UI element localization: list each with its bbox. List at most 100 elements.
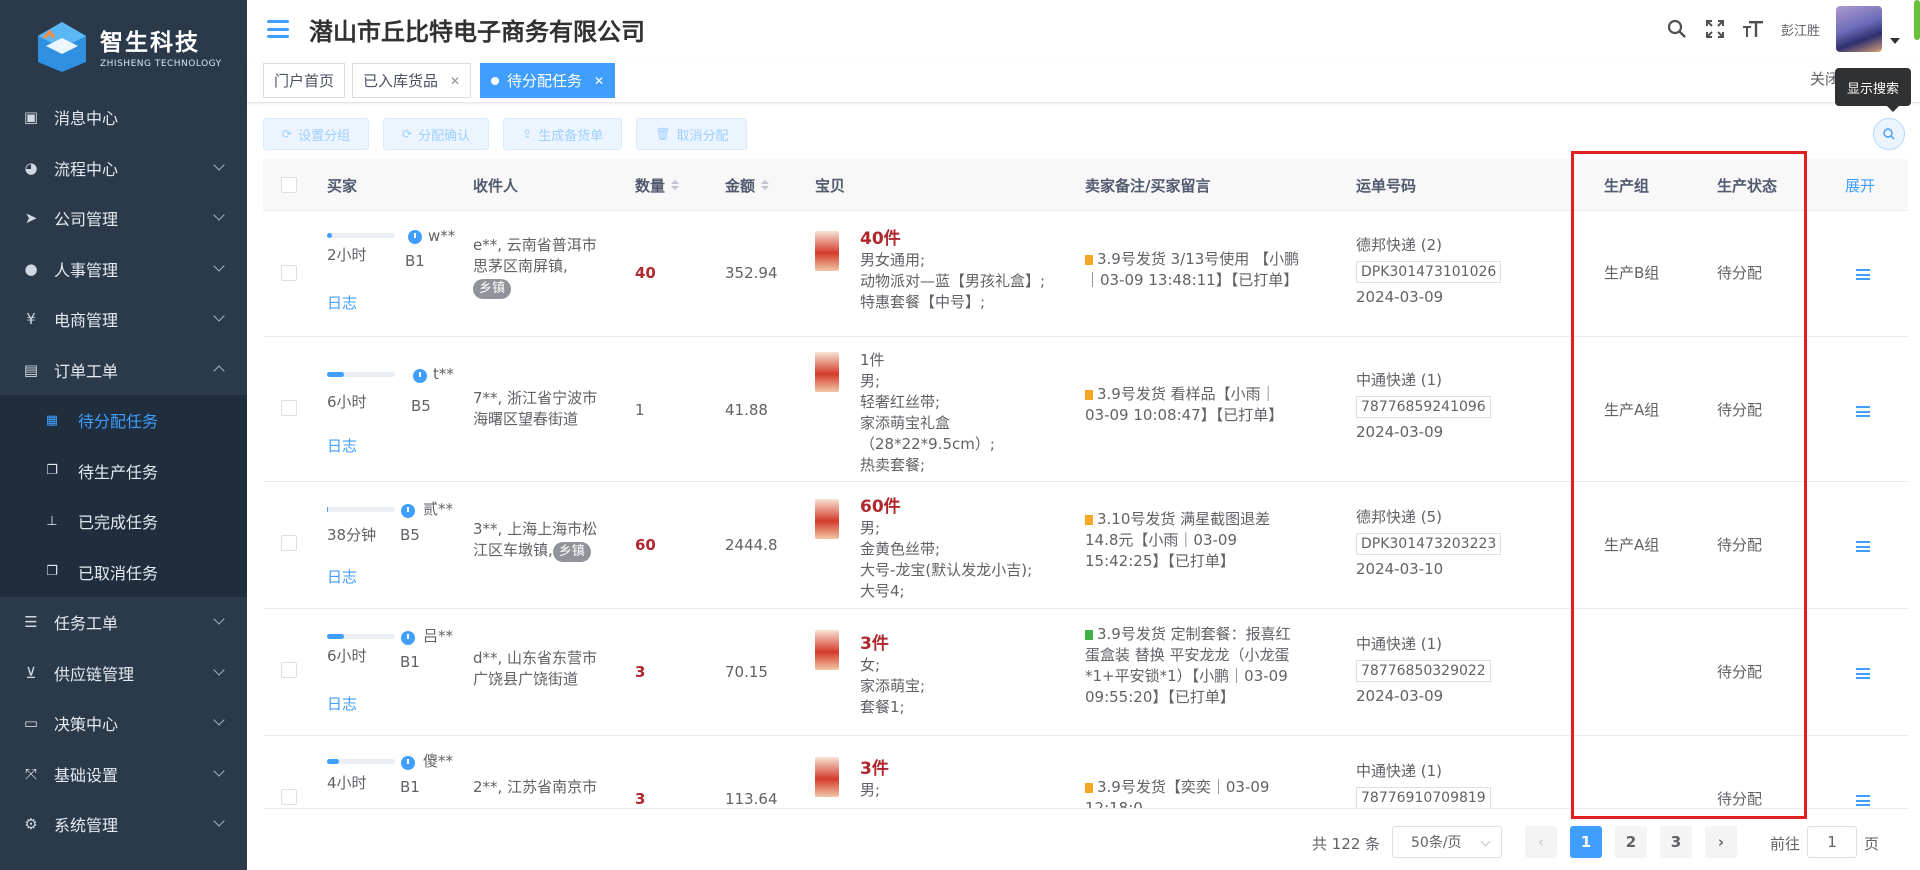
log-link[interactable]: 日志 bbox=[327, 567, 357, 588]
tracking-number[interactable]: DPK301473203223 bbox=[1356, 533, 1502, 555]
sidebar-item-label: 基础设置 bbox=[54, 765, 119, 785]
courier: 德邦快递 (2) bbox=[1356, 236, 1443, 254]
sidebar-subitem-completed[interactable]: ⊥ 已完成任务 bbox=[0, 496, 247, 547]
col-expand[interactable]: 展开 bbox=[1845, 159, 1875, 211]
hamburger-menu-icon[interactable] bbox=[267, 20, 289, 38]
row-checkbox[interactable] bbox=[281, 400, 297, 416]
font-size-icon[interactable] bbox=[1741, 17, 1765, 41]
close-icon[interactable]: ✕ bbox=[450, 74, 460, 88]
buyer-name: w** bbox=[428, 227, 456, 245]
next-page-button[interactable]: › bbox=[1705, 826, 1737, 858]
show-search-button[interactable] bbox=[1873, 118, 1905, 150]
product-thumbnail[interactable] bbox=[815, 757, 839, 797]
page-button-2[interactable]: 2 bbox=[1615, 826, 1647, 858]
row-checkbox[interactable] bbox=[281, 662, 297, 678]
prev-page-button[interactable]: ‹ bbox=[1525, 826, 1557, 858]
receiver: 2**, 江苏省南京市 bbox=[473, 777, 603, 798]
clock-icon bbox=[408, 230, 422, 244]
production-group: 生产A组 bbox=[1604, 536, 1660, 554]
refresh-icon: ⟳ bbox=[402, 127, 413, 141]
sidebar-item-basic-settings[interactable]: ⤧ 基础设置 bbox=[0, 749, 247, 800]
brand-names: 智生科技 ZHISHENG TECHNOLOGY bbox=[100, 23, 222, 69]
sidebar-item-orders[interactable]: ▤ 订单工单 bbox=[0, 345, 247, 396]
org-icon: ⊥ bbox=[46, 513, 58, 529]
col-qty-label: 数量 bbox=[635, 176, 666, 195]
sidebar-item-decision[interactable]: ▭ 决策中心 bbox=[0, 698, 247, 749]
item-count: 1件 bbox=[860, 351, 885, 369]
sidebar-item-message[interactable]: ▣ 消息中心 bbox=[0, 92, 247, 143]
tag-stocked-goods[interactable]: 已入库货品 ✕ bbox=[352, 63, 472, 98]
sidebar-subitem-label: 待分配任务 bbox=[78, 412, 159, 432]
amount: 113.64 bbox=[725, 790, 778, 808]
sidebar-item-company[interactable]: ➤ 公司管理 bbox=[0, 193, 247, 244]
item-line: 男; bbox=[860, 519, 881, 537]
caret-down-icon[interactable] bbox=[1890, 38, 1900, 44]
sidebar-item-hr[interactable]: ● 人事管理 bbox=[0, 244, 247, 295]
elapsed-time: 6小时 bbox=[327, 393, 367, 411]
row-menu-icon[interactable] bbox=[1856, 541, 1870, 552]
log-link[interactable]: 日志 bbox=[327, 293, 357, 314]
col-amount[interactable]: 金额 bbox=[725, 159, 770, 211]
chevron-down-icon bbox=[213, 158, 225, 171]
quantity: 40 bbox=[635, 264, 656, 282]
product-thumbnail[interactable] bbox=[815, 630, 839, 670]
chevron-down-icon bbox=[213, 310, 225, 322]
row-menu-icon[interactable] bbox=[1856, 406, 1870, 417]
row-checkbox[interactable] bbox=[281, 265, 297, 281]
sidebar-item-label: 决策中心 bbox=[54, 715, 119, 735]
sidebar-subitem-pending-assign[interactable]: ▦ 待分配任务 bbox=[0, 395, 247, 446]
sidebar-item-ecommerce[interactable]: ¥ 电商管理 bbox=[0, 294, 247, 345]
generate-stock-button[interactable]: ⇪ 生成备货单 bbox=[503, 118, 623, 150]
flow-icon: ◕ bbox=[24, 158, 38, 177]
search-icon[interactable] bbox=[1665, 17, 1689, 41]
confirm-assign-button[interactable]: ⟳ 分配确认 bbox=[383, 118, 490, 150]
elapsed-time: 4小时 bbox=[327, 774, 367, 792]
log-link[interactable]: 日志 bbox=[327, 436, 357, 457]
row-menu-icon[interactable] bbox=[1856, 269, 1870, 280]
set-group-button[interactable]: ⟳ 设置分组 bbox=[263, 118, 370, 150]
sidebar-subitem-pending-production[interactable]: ❐ 待生产任务 bbox=[0, 446, 247, 497]
page-size-select[interactable]: 50条/页 bbox=[1392, 826, 1502, 858]
elapsed-time: 2小时 bbox=[327, 246, 367, 264]
sidebar-subitem-cancelled[interactable]: ❐ 已取消任务 bbox=[0, 547, 247, 598]
tag-home[interactable]: 门户首页 bbox=[263, 63, 346, 98]
production-status: 待分配 bbox=[1717, 790, 1763, 808]
close-icon[interactable]: ✕ bbox=[594, 74, 604, 88]
tag-pending-assign[interactable]: 待分配任务 ✕ bbox=[480, 63, 616, 98]
page-button-1[interactable]: 1 bbox=[1570, 826, 1602, 858]
select-all-checkbox[interactable] bbox=[281, 159, 297, 211]
tracking-number[interactable]: 78776850329022 bbox=[1356, 660, 1491, 682]
row-checkbox[interactable] bbox=[281, 789, 297, 805]
col-qty[interactable]: 数量 bbox=[635, 159, 680, 211]
brand-subtitle: ZHISHENG TECHNOLOGY bbox=[100, 59, 222, 69]
avatar[interactable] bbox=[1836, 6, 1882, 52]
sidebar-item-label: 电商管理 bbox=[54, 311, 119, 331]
item-details: 40件 男女通用; 动物派对—蓝【男孩礼盒】; 特惠套餐【中号】; bbox=[860, 229, 1065, 313]
row-menu-icon[interactable] bbox=[1856, 668, 1870, 679]
product-thumbnail[interactable] bbox=[815, 499, 839, 539]
row-menu-icon[interactable] bbox=[1856, 795, 1870, 806]
sidebar-item-flow[interactable]: ◕ 流程中心 bbox=[0, 143, 247, 194]
tracking-number[interactable]: DPK301473101026 bbox=[1356, 261, 1502, 283]
sidebar-item-supply-chain[interactable]: ⊻ 供应链管理 bbox=[0, 648, 247, 699]
fullscreen-icon[interactable] bbox=[1703, 17, 1727, 41]
list-icon: ☰ bbox=[24, 613, 38, 632]
goto-page-input[interactable] bbox=[1807, 826, 1857, 858]
progress-fill bbox=[327, 372, 344, 377]
table-row: 贰** 38分钟 B5 日志 3**, 上海上海市松江区车墩镇, 乡镇 60 24… bbox=[263, 483, 1908, 609]
sort-icon[interactable] bbox=[761, 180, 770, 190]
tracking-number[interactable]: 78776859241096 bbox=[1356, 396, 1491, 418]
cancel-assign-button[interactable]: 🗑 取消分配 bbox=[636, 118, 748, 150]
product-thumbnail[interactable] bbox=[815, 352, 839, 392]
log-link[interactable]: 日志 bbox=[327, 694, 357, 715]
product-thumbnail[interactable] bbox=[815, 231, 839, 271]
user-icon: ● bbox=[24, 259, 38, 278]
buyer-level: B1 bbox=[405, 252, 425, 270]
row-checkbox[interactable] bbox=[281, 535, 297, 551]
tracking-number[interactable]: 78776910709819 bbox=[1356, 787, 1491, 808]
brand: 智生科技 ZHISHENG TECHNOLOGY bbox=[0, 0, 247, 92]
sort-icon[interactable] bbox=[671, 180, 680, 190]
page-button-3[interactable]: 3 bbox=[1660, 826, 1692, 858]
sidebar-item-task-orders[interactable]: ☰ 任务工单 bbox=[0, 597, 247, 648]
copy-icon: ❐ bbox=[46, 564, 58, 580]
